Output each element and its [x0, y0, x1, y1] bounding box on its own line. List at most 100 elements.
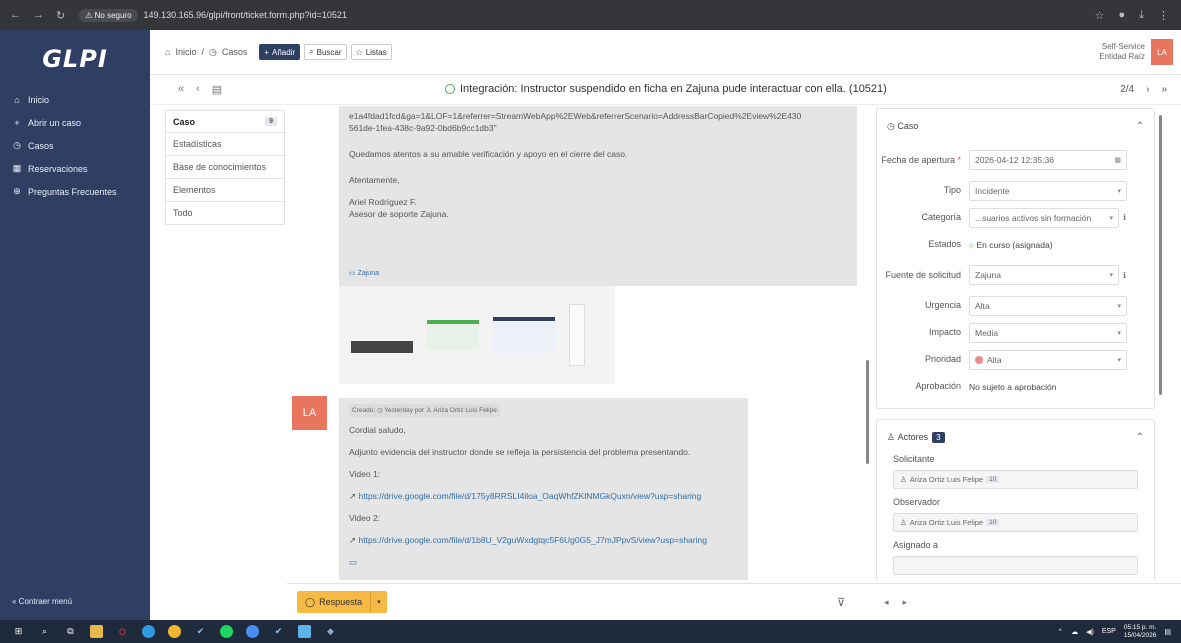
tab-caso[interactable]: Caso 9 — [165, 110, 285, 133]
last-ticket-icon[interactable]: » — [1161, 84, 1167, 95]
file-explorer-icon[interactable] — [90, 625, 103, 638]
users-icon: ♙ — [887, 431, 898, 442]
breadcrumb-home[interactable]: Inicio — [175, 47, 196, 57]
image-thumbnail[interactable] — [493, 317, 555, 353]
source-icon: ▭ — [349, 557, 358, 567]
sidebar-item-reservaciones[interactable]: ▦ Reservaciones — [0, 157, 150, 180]
tab-estadisticas[interactable]: Estadísticas — [165, 133, 285, 156]
actors-card-header[interactable]: ♙ Actores 3 ⌃ — [877, 420, 1154, 454]
sidebar-item-label: Reservaciones — [28, 163, 88, 174]
user-menu[interactable]: Self-Service Entidad Raíz LA — [1099, 39, 1181, 65]
sidebar-item-inicio[interactable]: ⌂ Inicio — [0, 88, 150, 111]
avatar[interactable]: LA — [1151, 39, 1173, 65]
fecha-value: 2026-04-12 12:35:36 — [975, 155, 1054, 165]
reload-icon[interactable]: ↻ — [56, 9, 65, 22]
notification-icon[interactable]: ▤ — [1164, 628, 1171, 636]
opera-icon[interactable]: O — [116, 625, 129, 638]
filter-icon[interactable]: ⊽ — [837, 596, 845, 609]
video1-link[interactable]: https://drive.google.com/file/d/175y8RRS… — [359, 491, 702, 501]
sidebar-item-abrir-caso[interactable]: + Abrir un caso — [0, 111, 150, 134]
collapse-menu-button[interactable]: « Contraer menú — [12, 597, 72, 606]
clock[interactable]: 05:15 p. m. 15/04/2026 — [1124, 624, 1157, 640]
app-icon[interactable]: ✔ — [272, 625, 285, 638]
glpi-logo[interactable]: GLPI — [0, 30, 150, 88]
video2-link[interactable]: https://drive.google.com/file/d/1b8U_V2g… — [359, 535, 707, 545]
fuente-label: Fuente de solicitud — [885, 269, 961, 280]
respuesta-button[interactable]: ◯ Respuesta ▾ — [297, 591, 387, 613]
tab-base-conocimientos[interactable]: Base de conocimientos — [165, 156, 285, 179]
add-button[interactable]: + Añadir — [259, 44, 301, 60]
impacto-select[interactable]: Media ▾ — [969, 322, 1127, 343]
chevron-up-icon[interactable]: ⌃ — [1136, 121, 1144, 132]
info-icon[interactable]: ℹ — [1123, 271, 1126, 280]
categoria-select[interactable]: ...suarios activos sin formación ▾ — [969, 207, 1119, 228]
volume-icon[interactable]: ◀) — [1086, 628, 1094, 636]
image-thumbnail[interactable] — [569, 304, 585, 366]
app-icon[interactable]: ◆ — [324, 625, 337, 638]
breadcrumb-casos[interactable]: Casos — [222, 47, 248, 57]
sidebar-item-casos[interactable]: ◷ Casos — [0, 134, 150, 157]
search-button[interactable]: ⌕ Buscar — [304, 44, 347, 60]
previous-icon[interactable]: ◂ — [884, 597, 889, 608]
tipo-select[interactable]: Incidente ▾ — [969, 180, 1127, 201]
bookmark-star-icon[interactable]: ☆ — [1095, 9, 1105, 22]
asignado-field[interactable] — [893, 556, 1138, 575]
extension-icon[interactable]: ● — [1118, 9, 1125, 22]
next-ticket-icon[interactable]: › — [1146, 84, 1149, 95]
add-button-label: Añadir — [272, 47, 296, 57]
calendar-icon[interactable]: ▦ — [1114, 156, 1121, 164]
tab-elementos[interactable]: Elementos — [165, 179, 285, 202]
list-icon[interactable]: ▤ — [212, 83, 222, 96]
signature-role: Asesor de soporte Zajuna. — [349, 209, 449, 219]
chevron-down-icon[interactable]: ▾ — [371, 598, 387, 606]
tab-todo[interactable]: Todo — [165, 202, 285, 225]
download-icon[interactable]: ⤓ — [1139, 9, 1144, 22]
case-card-header[interactable]: ◷ Caso ⌃ — [877, 109, 1154, 143]
back-to-list-icon[interactable]: ‹ — [196, 83, 200, 96]
back-icon[interactable]: ← — [10, 9, 21, 22]
lists-button[interactable]: ☆ Listas — [350, 44, 392, 60]
app-icon[interactable] — [246, 625, 259, 638]
spotify-icon[interactable] — [220, 625, 233, 638]
chevron-up-icon[interactable]: ⌃ — [1136, 432, 1144, 443]
url-text[interactable]: 149.130.165.96/glpi/front/ticket.form.ph… — [144, 10, 347, 20]
meta-author[interactable]: Ariza Ortiz Luis Felipe — [433, 407, 497, 414]
image-thumbnail[interactable] — [427, 320, 479, 350]
sidebar-menu: ⌂ Inicio + Abrir un caso ◷ Casos ▦ Reservaci… — [0, 88, 150, 203]
categoria-value: ...suarios activos sin formación — [975, 212, 1092, 223]
fecha-apertura-field[interactable]: 2026-04-12 12:35:36 ▦ — [969, 150, 1127, 170]
address-bar[interactable]: ⚠ No seguro 149.130.165.96/glpi/front/ti… — [79, 8, 347, 22]
photos-icon[interactable] — [298, 625, 311, 638]
info-icon[interactable]: ℹ — [1123, 213, 1126, 222]
tray-chevron-icon[interactable]: ⌃ — [1057, 628, 1063, 636]
fuente-select[interactable]: Zajuna ▾ — [969, 265, 1119, 285]
browser-toolbar: ← → ↻ ⚠ No seguro 149.130.165.96/glpi/fr… — [0, 0, 1181, 30]
impacto-value: Media — [975, 327, 999, 338]
search-button-label: Buscar — [316, 47, 342, 57]
prioridad-select[interactable]: Alta ▾ — [969, 349, 1127, 370]
network-icon[interactable]: ☁ — [1071, 628, 1078, 636]
next-icon[interactable]: ▸ — [903, 597, 908, 608]
language-indicator[interactable]: ESP — [1102, 628, 1116, 635]
search-icon[interactable]: ⌕ — [38, 625, 51, 638]
windows-start-icon[interactable]: ⊞ — [12, 625, 25, 638]
security-warning[interactable]: ⚠ No seguro — [79, 8, 138, 22]
app-icon[interactable]: ✔ — [194, 625, 207, 638]
browser-menu-icon[interactable]: ⋮ — [1158, 9, 1169, 22]
chrome-icon[interactable] — [168, 625, 181, 638]
timeline[interactable]: e1a4fdad1fcd&ga=1&LOF=1&referrer=StreamW… — [287, 106, 872, 580]
task-view-icon[interactable]: ⧉ — [64, 625, 77, 638]
forward-icon[interactable]: → — [33, 9, 44, 22]
tab-label: Elementos — [173, 185, 216, 195]
panel-scrollbar[interactable] — [1159, 115, 1162, 395]
collapse-panel-icon[interactable]: « — [178, 83, 184, 96]
sidebar-item-faq[interactable]: ⊕ Preguntas Frecuentes — [0, 180, 150, 203]
image-thumbnail[interactable] — [351, 341, 413, 353]
urgencia-select[interactable]: Alta ▾ — [969, 295, 1127, 316]
observador-field[interactable]: ♙ Ariza Ortiz Luis Felipe 10 — [893, 513, 1138, 532]
tab-label: Base de conocimientos — [173, 162, 267, 172]
edge-icon[interactable] — [142, 625, 155, 638]
solicitante-field[interactable]: ♙ Ariza Ortiz Luis Felipe 10 — [893, 470, 1138, 489]
timeline-scrollbar[interactable] — [866, 360, 869, 464]
fecha-label: Fecha de apertura — [881, 154, 955, 165]
